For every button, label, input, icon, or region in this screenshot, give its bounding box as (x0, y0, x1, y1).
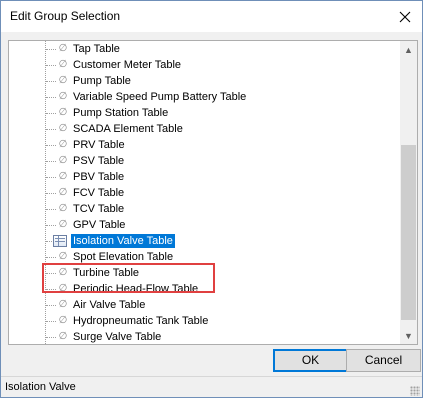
list-item-label: Variable Speed Pump Battery Table (73, 91, 247, 103)
tree-branch-line (46, 193, 56, 194)
tree-branch-line (46, 161, 56, 162)
null-set-icon: ∅ (58, 59, 68, 70)
list-item[interactable]: ∅ Air Valve Table (9, 297, 398, 313)
list-item[interactable]: ∅ Hydropneumatic Tank Table (9, 313, 398, 329)
null-set-icon: ∅ (58, 139, 68, 150)
tree-branch-line (46, 49, 56, 50)
vertical-scrollbar[interactable]: ▲ ▼ (400, 41, 417, 344)
null-set-icon: ∅ (58, 331, 68, 342)
list-item[interactable]: ∅ Pump Table (9, 73, 398, 89)
list-item-label: Hydropneumatic Tank Table (73, 315, 209, 327)
null-set-icon: ∅ (58, 299, 68, 310)
resize-grip-icon[interactable] (410, 386, 420, 396)
list-item[interactable]: ∅ PRV Table (9, 137, 398, 153)
list-item[interactable]: ∅ FCV Table (9, 185, 398, 201)
tree-branch-line (46, 65, 56, 66)
null-set-icon: ∅ (58, 171, 68, 182)
list-rows: ∅ Tap Table ∅ Customer Meter Table ∅ Pump Tab… (9, 41, 398, 344)
list-item-label: Isolation Valve Table (70, 233, 176, 249)
list-item-label: Pump Station Table (73, 107, 169, 119)
null-set-icon: ∅ (58, 107, 68, 118)
list-item-label: Pump Table (73, 75, 131, 87)
tree-branch-line (46, 113, 56, 114)
list-item[interactable]: ∅ Pump Station Table (9, 105, 398, 121)
null-set-icon: ∅ (58, 315, 68, 326)
list-item-label: FCV Table (73, 187, 125, 199)
tree-branch-line (46, 257, 56, 258)
list-item[interactable]: ∅ SCADA Element Table (9, 121, 398, 137)
status-text: Isolation Valve (5, 381, 76, 393)
null-set-icon: ∅ (58, 123, 68, 134)
list-item-label: PSV Table (73, 155, 125, 167)
list-item[interactable]: ∅ Customer Meter Table (9, 57, 398, 73)
scroll-up-icon[interactable]: ▲ (400, 41, 417, 58)
dialog-title: Edit Group Selection (10, 9, 121, 23)
list-item[interactable]: ∅ GPV Table (9, 217, 398, 233)
list-item[interactable]: ∅ Tap Table (9, 41, 398, 57)
null-set-icon: ∅ (58, 187, 68, 198)
list-item-label: Tap Table (73, 43, 120, 55)
tree-branch-line (46, 145, 56, 146)
list-item[interactable]: ∅ PSV Table (9, 153, 398, 169)
status-bar: Isolation Valve (1, 376, 422, 397)
scrollbar-thumb[interactable] (401, 145, 416, 320)
list-item-label: GPV Table (73, 219, 126, 231)
tree-branch-line (46, 177, 56, 178)
tree-branch-line (46, 209, 56, 210)
list-item-label: Surge Valve Table (73, 331, 162, 343)
list-item-label: Air Valve Table (73, 299, 146, 311)
tree-branch-line (46, 321, 56, 322)
null-set-icon: ∅ (58, 203, 68, 214)
null-set-icon: ∅ (58, 155, 68, 166)
null-set-icon: ∅ (58, 43, 68, 54)
table-list[interactable]: ∅ Tap Table ∅ Customer Meter Table ∅ Pump Tab… (8, 40, 418, 345)
ok-button[interactable]: OK (273, 349, 348, 372)
table-icon (53, 235, 67, 247)
tree-branch-line (46, 225, 56, 226)
tree-branch-line (46, 81, 56, 82)
list-item-label: Customer Meter Table (73, 59, 182, 71)
list-item[interactable]: Isolation Valve Table (9, 233, 398, 249)
list-item-label: PRV Table (73, 139, 125, 151)
list-item-label: PBV Table (73, 171, 125, 183)
list-item-label: TCV Table (73, 203, 125, 215)
tree-branch-line (46, 337, 56, 338)
list-item[interactable]: ∅ TCV Table (9, 201, 398, 217)
title-bar[interactable]: Edit Group Selection (1, 1, 422, 32)
selection-highlight-box (42, 263, 215, 293)
list-item[interactable]: ∅ Surge Valve Table (9, 329, 398, 344)
edit-group-selection-dialog: Edit Group Selection ∅ Tap Table ∅ Customer… (0, 0, 423, 398)
tree-branch-line (46, 129, 56, 130)
scroll-down-icon[interactable]: ▼ (400, 327, 417, 344)
cancel-button[interactable]: Cancel (346, 349, 421, 372)
null-set-icon: ∅ (58, 75, 68, 86)
null-set-icon: ∅ (58, 219, 68, 230)
list-item[interactable]: ∅ PBV Table (9, 169, 398, 185)
tree-branch-line (46, 97, 56, 98)
list-item-label: Spot Elevation Table (73, 251, 174, 263)
list-item[interactable]: ∅ Variable Speed Pump Battery Table (9, 89, 398, 105)
list-item-label: SCADA Element Table (73, 123, 183, 135)
null-set-icon: ∅ (58, 251, 68, 262)
null-set-icon: ∅ (58, 91, 68, 102)
close-icon[interactable] (388, 1, 422, 32)
tree-branch-line (46, 305, 56, 306)
